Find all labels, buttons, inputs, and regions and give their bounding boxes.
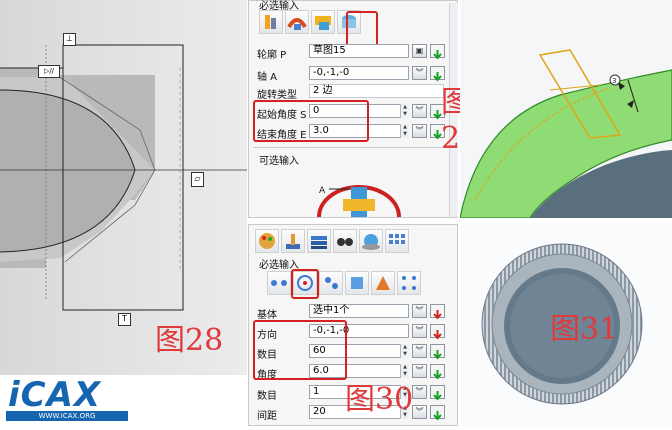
stamp-tool-icon[interactable]: [281, 229, 305, 253]
optional-input-header: 可选输入: [259, 156, 299, 167]
spacing-green-arrow-icon[interactable]: [430, 405, 445, 421]
fig29-dialog: 必选输入 轮廓 P 草图15 ▣ 轴 A -0,-1,-0 ︾ 旋转类型 2 边…: [248, 0, 479, 219]
preview-axis-label: A: [319, 186, 326, 196]
profile-field[interactable]: 草图15: [309, 44, 409, 58]
direction-red-arrow-icon[interactable]: [430, 324, 445, 340]
fig28-caption: 图28: [155, 323, 224, 358]
revolve-highlight: [346, 11, 378, 47]
direction-count-angle-highlight: [253, 320, 347, 380]
section-divider: [253, 147, 453, 148]
revolve-type-label: 旋转类型: [257, 90, 297, 101]
svg-text:3: 3: [612, 77, 616, 85]
count-spinner[interactable]: ▲ ▼: [400, 344, 409, 358]
count-green-arrow-icon[interactable]: [430, 344, 445, 360]
axis-dropdown-icon[interactable]: ︾: [412, 66, 427, 80]
pattern-3-icon[interactable]: [319, 271, 343, 295]
axis-label: 轴 A: [257, 72, 278, 83]
revolve-type-select[interactable]: 2 边: [309, 84, 444, 98]
separator-horizontal: [248, 219, 672, 223]
count2-label: 数目: [257, 391, 277, 402]
axis-field[interactable]: -0,-1,-0: [309, 66, 409, 80]
pattern-5-icon[interactable]: [371, 271, 395, 295]
direction-dropdown-icon[interactable]: ︾: [412, 324, 427, 338]
sphere-tool-icon[interactable]: [359, 229, 383, 253]
revolve-tool-icon[interactable]: [311, 10, 335, 34]
spacing-dropdown-icon[interactable]: ︾: [412, 405, 427, 419]
pattern-6-icon[interactable]: [397, 271, 421, 295]
count2-green-arrow-icon[interactable]: [430, 385, 445, 401]
count-dropdown-icon[interactable]: ︾: [412, 344, 427, 358]
angle-dropdown-icon[interactable]: ︾: [412, 364, 427, 378]
logo-url-bar: WWW.ICAX.ORG: [6, 411, 128, 421]
profile-green-arrow-icon[interactable]: [430, 44, 445, 60]
glasses-tool-icon[interactable]: [333, 229, 357, 253]
fig30-caption: 图30: [345, 382, 414, 417]
count2-dropdown-icon[interactable]: ︾: [412, 385, 427, 399]
extrude-tool-icon[interactable]: [259, 10, 283, 34]
base-label: 基体: [257, 310, 277, 321]
base-field[interactable]: 选中1个: [309, 304, 409, 318]
icax-logo: iCAX WWW.ICAX.ORG: [6, 375, 130, 423]
linear-pattern-icon[interactable]: [267, 271, 291, 295]
circular-pattern-highlight: [291, 269, 319, 299]
spacing-label: 间距: [257, 411, 277, 422]
end-angle-dropdown-icon[interactable]: ︾: [412, 124, 427, 138]
end-angle-spinner[interactable]: ▲ ▼: [400, 124, 409, 138]
fig28-viewport: ⊥ ▷// ▱ T 图28: [0, 0, 247, 375]
revolve-preview-image: A: [309, 169, 409, 219]
start-angle-spinner[interactable]: ▲ ▼: [400, 104, 409, 118]
marker-right: ▱: [191, 172, 204, 187]
fig31-3d-view: 图31: [460, 222, 672, 426]
fig30-dialog: 必选输入 基体 选中1个 ︾ 方向 -0,-1,-0 ︾ 数目 60 ▲ ▼ ︾ …: [248, 224, 458, 426]
separator-vertical: [247, 0, 248, 426]
grid-tool-icon[interactable]: [385, 229, 409, 253]
marker-bottom: T: [118, 313, 131, 326]
angles-highlight: [253, 100, 369, 142]
fig29-3d-view: 3: [459, 0, 672, 219]
logo-wordmark: iCAX: [8, 375, 102, 415]
marker-top: ⊥: [63, 33, 76, 46]
profile-label: 轮廓 P: [257, 50, 287, 61]
layers-tool-icon[interactable]: [307, 229, 331, 253]
start-angle-dropdown-icon[interactable]: ︾: [412, 104, 427, 118]
profile-pick-icon[interactable]: ▣: [412, 44, 427, 58]
angle-green-arrow-icon[interactable]: [430, 364, 445, 380]
palette-tool-icon[interactable]: [255, 229, 279, 253]
fig31-caption: 图31: [550, 312, 619, 347]
marker-left: ▷//: [38, 65, 60, 78]
base-red-arrow-icon[interactable]: [430, 304, 445, 320]
base-dropdown-icon[interactable]: ︾: [412, 304, 427, 318]
sweep-tool-icon[interactable]: [285, 10, 309, 34]
pattern-4-icon[interactable]: [345, 271, 369, 295]
